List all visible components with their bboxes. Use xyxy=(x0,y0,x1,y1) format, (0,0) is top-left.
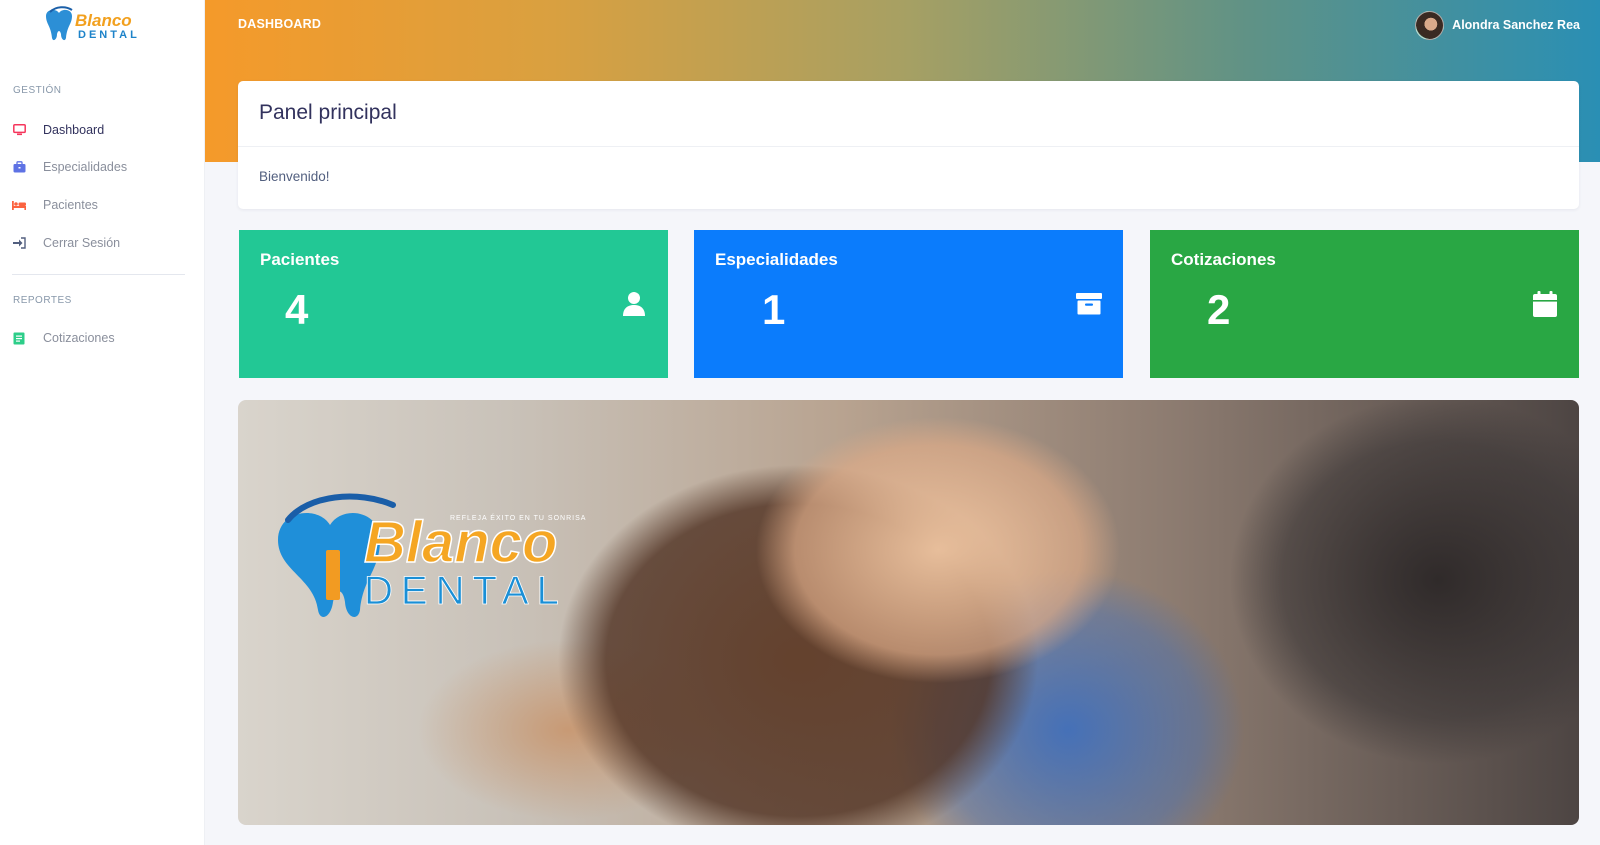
user-name: Alondra Sanchez Rea xyxy=(1452,18,1580,32)
sidebar-item-label: Pacientes xyxy=(43,198,98,212)
stat-value: 1 xyxy=(762,286,786,333)
stat-title: Cotizaciones xyxy=(1171,250,1276,269)
brand-logo[interactable]: Blanco DENTAL xyxy=(42,6,157,42)
stat-title: Pacientes xyxy=(260,250,340,269)
stat-value: 4 xyxy=(285,286,309,333)
user-icon xyxy=(623,292,645,316)
panel-title: Panel principal xyxy=(259,101,397,124)
avatar[interactable] xyxy=(1415,10,1445,40)
svg-text:DENTAL: DENTAL xyxy=(78,29,140,41)
user-menu[interactable]: Alondra Sanchez Rea xyxy=(1415,10,1580,40)
monitor-icon xyxy=(12,123,26,137)
sidebar-item-label: Cerrar Sesión xyxy=(43,236,121,250)
sidebar-item-cerrar-sesion[interactable]: Cerrar Sesión xyxy=(0,228,204,258)
sidebar: Blanco DENTAL GESTIÓN Dashboard Especial… xyxy=(0,0,205,845)
panel-divider xyxy=(238,146,1579,147)
sidebar-item-especialidades[interactable]: Especialidades xyxy=(0,152,204,182)
welcome-text: Bienvenido! xyxy=(259,169,330,184)
sidebar-item-pacientes[interactable]: Pacientes xyxy=(0,190,204,220)
page-title: DASHBOARD xyxy=(238,17,322,31)
stat-value: 2 xyxy=(1207,286,1231,333)
stat-title: Especialidades xyxy=(715,250,838,269)
svg-text:Blanco: Blanco xyxy=(75,11,132,30)
sidebar-item-label: Cotizaciones xyxy=(43,331,115,345)
sidebar-item-dashboard[interactable]: Dashboard xyxy=(0,115,204,145)
panel-card: Panel principal Bienvenido! xyxy=(238,81,1579,209)
stat-card-cotizaciones[interactable]: Cotizaciones 2 xyxy=(1150,230,1579,378)
report-icon xyxy=(12,331,26,345)
nav-heading-reportes: REPORTES xyxy=(13,295,72,306)
calendar-icon xyxy=(1533,291,1557,317)
sign-in-icon xyxy=(12,236,26,250)
sidebar-item-label: Especialidades xyxy=(43,160,128,174)
hero-banner: REFLEJA ÉXITO EN TU SONRISA Blanco DENTA… xyxy=(238,400,1579,825)
sidebar-item-cotizaciones[interactable]: Cotizaciones xyxy=(0,323,204,353)
stat-card-pacientes[interactable]: Pacientes 4 xyxy=(239,230,668,378)
stat-card-especialidades[interactable]: Especialidades 1 xyxy=(694,230,1123,378)
brand-name-line1: Blanco xyxy=(364,510,557,575)
archive-icon xyxy=(1076,293,1102,315)
nav-heading-gestion: GESTIÓN xyxy=(13,85,62,96)
bed-icon xyxy=(12,198,26,212)
brand-logo-large: REFLEJA ÉXITO EN TU SONRISA Blanco DENTA… xyxy=(278,493,585,617)
sidebar-item-label: Dashboard xyxy=(43,123,105,137)
nav-divider xyxy=(12,274,185,275)
brand-name-line2: DENTAL xyxy=(364,569,567,613)
briefcase-icon xyxy=(12,160,26,174)
